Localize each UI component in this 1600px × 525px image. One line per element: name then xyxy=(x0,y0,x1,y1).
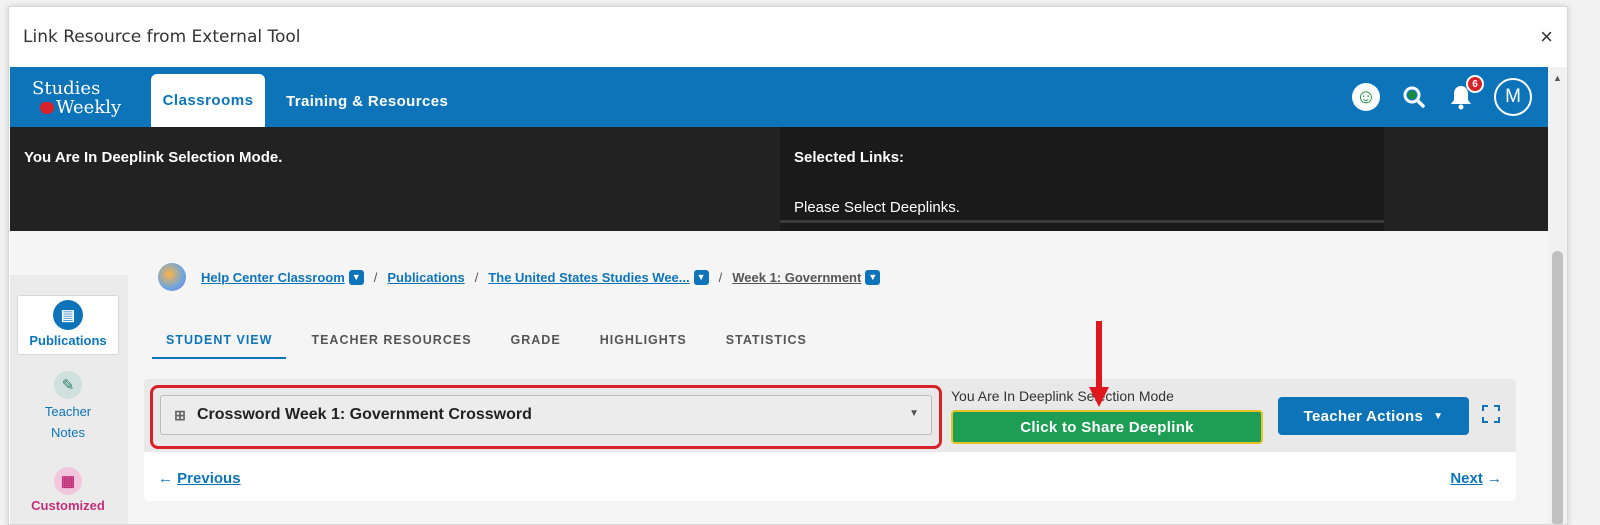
apple-icon xyxy=(40,102,54,114)
nav-tab-training-resources[interactable]: Training & Resources xyxy=(286,93,448,110)
sidebar-item-publications[interactable]: ▤ Publications xyxy=(17,295,119,355)
chevron-down-icon[interactable]: ▼ xyxy=(348,269,364,285)
selected-links-placeholder: Please Select Deeplinks. xyxy=(794,199,960,216)
close-icon[interactable]: × xyxy=(1540,24,1553,50)
selected-links-panel: Selected Links: Please Select Deeplinks. xyxy=(780,127,1384,231)
accessibility-icon[interactable]: ☺ xyxy=(1350,81,1382,113)
deeplink-selection-bar: You Are In Deeplink Selection Mode. Sele… xyxy=(10,127,1548,231)
studies-weekly-logo[interactable]: Studies Weekly xyxy=(32,79,121,117)
sidebar-item-teacher-notes[interactable]: ✎ Teacher Notes xyxy=(17,367,119,443)
chevron-down-icon[interactable]: ▼ xyxy=(693,269,709,285)
book-icon: ▤ xyxy=(53,300,83,330)
modal-header: Link Resource from External Tool × xyxy=(9,7,1567,67)
pen-icon: ✎ xyxy=(54,371,82,399)
breadcrumb-week[interactable]: Week 1: Government xyxy=(732,270,861,285)
main-content: ▤ Publications ✎ Teacher Notes ▦ Customi… xyxy=(10,231,1548,524)
red-arrow-annotation xyxy=(1096,321,1102,391)
scrollbar[interactable]: ▲ xyxy=(1548,67,1567,524)
fullscreen-icon[interactable] xyxy=(1482,405,1500,423)
teacher-actions-button[interactable]: Teacher Actions ▼ xyxy=(1278,397,1469,435)
tab-teacher-resources[interactable]: TEACHER RESOURCES xyxy=(297,321,485,359)
modal-title: Link Resource from External Tool xyxy=(23,27,301,47)
pager-bar: ← Previous Next → xyxy=(144,452,1516,501)
sidebar-item-customized[interactable]: ▦ Customized xyxy=(17,463,119,513)
avatar[interactable]: M xyxy=(1494,78,1532,116)
embedded-tool-frame: Studies Weekly Classrooms Training & Res… xyxy=(10,67,1548,524)
crossword-icon: ⊞ xyxy=(174,406,186,423)
classroom-globe-icon xyxy=(158,263,186,291)
breadcrumb-classroom[interactable]: Help Center Classroom xyxy=(201,270,345,285)
chevron-down-icon[interactable]: ▼ xyxy=(865,269,881,285)
resource-panel: ⊞ Crossword Week 1: Government Crossword… xyxy=(144,321,1516,501)
scroll-up-icon[interactable]: ▲ xyxy=(1553,73,1562,83)
deeplink-mode-text: You Are In Deeplink Selection Mode. xyxy=(24,149,283,166)
logo-line-2: Weekly xyxy=(56,97,122,118)
link-resource-modal: Link Resource from External Tool × Studi… xyxy=(8,6,1568,525)
next-link[interactable]: Next → xyxy=(1450,470,1502,487)
share-deeplink-button[interactable]: Click to Share Deeplink xyxy=(951,410,1263,444)
breadcrumb-publications[interactable]: Publications xyxy=(387,270,464,285)
resource-select[interactable]: ⊞ Crossword Week 1: Government Crossword… xyxy=(160,395,932,435)
select-highlight: ⊞ Crossword Week 1: Government Crossword… xyxy=(150,385,942,449)
chevron-down-icon: ▼ xyxy=(909,408,919,419)
scroll-thumb[interactable] xyxy=(1552,251,1563,524)
notification-badge: 6 xyxy=(1466,75,1484,93)
tab-grade[interactable]: GRADE xyxy=(497,321,575,359)
view-tabs: STUDENT VIEW TEACHER RESOURCES GRADE HIG… xyxy=(152,321,832,359)
logo-line-1: Studies xyxy=(32,78,101,99)
search-icon[interactable] xyxy=(1398,81,1430,113)
left-sidebar: ▤ Publications ✎ Teacher Notes ▦ Customi… xyxy=(10,275,128,524)
divider xyxy=(780,220,1384,223)
caret-down-icon: ▼ xyxy=(1433,410,1444,422)
tab-student-view[interactable]: STUDENT VIEW xyxy=(152,321,287,359)
document-icon: ▦ xyxy=(54,467,82,495)
nav-tab-classrooms[interactable]: Classrooms xyxy=(151,74,265,127)
deeplink-mode-label: You Are In Deeplink Selection Mode xyxy=(951,388,1174,404)
previous-link[interactable]: ← Previous xyxy=(158,470,241,487)
arrow-left-icon: ← xyxy=(158,470,178,487)
breadcrumb-publication[interactable]: The United States Studies Wee... xyxy=(488,270,689,285)
arrow-right-icon: → xyxy=(1487,470,1502,487)
top-navigation: Studies Weekly Classrooms Training & Res… xyxy=(10,67,1548,127)
breadcrumb: Help Center Classroom ▼ / Publications /… xyxy=(158,263,881,291)
red-arrow-head xyxy=(1089,387,1109,407)
selected-links-title: Selected Links: xyxy=(794,149,905,166)
tab-highlights[interactable]: HIGHLIGHTS xyxy=(586,321,701,359)
tab-statistics[interactable]: STATISTICS xyxy=(712,321,821,359)
resource-select-value: Crossword Week 1: Government Crossword xyxy=(197,406,532,423)
